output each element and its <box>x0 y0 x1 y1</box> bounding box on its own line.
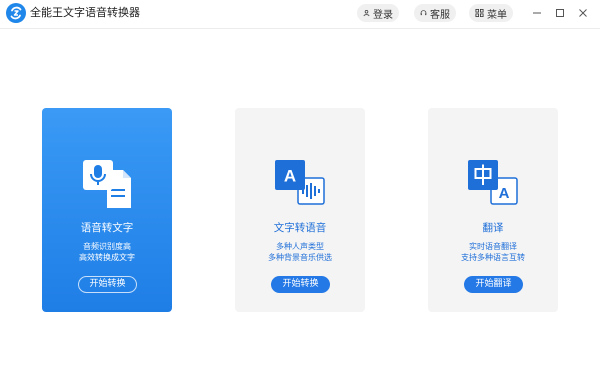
title-bar: 全能王文字语音转换器 登录 客服 菜单 <box>0 0 600 29</box>
card-desc-line: 支持多种语言互转 <box>461 253 525 262</box>
maximize-icon <box>556 9 564 17</box>
svg-text:A: A <box>499 185 510 202</box>
card-desc-line: 音频识别度高 <box>83 242 131 251</box>
svg-text:A: A <box>284 167 296 186</box>
card-desc-line: 多种背景音乐供选 <box>268 253 332 262</box>
card-description: 实时语音翻译 支持多种语言互转 <box>428 241 558 263</box>
card-desc-line: 多种人声类型 <box>276 242 324 251</box>
start-convert-button[interactable]: 开始转换 <box>271 276 330 293</box>
card-text-to-speech[interactable]: A 文字转语音 多种人声类型 多种背景音乐供选 开始转换 <box>235 108 365 312</box>
menu-label: 菜单 <box>487 9 507 21</box>
customer-service-button[interactable]: 客服 <box>414 4 456 22</box>
service-label: 客服 <box>430 9 450 21</box>
minimize-button[interactable] <box>530 6 544 20</box>
card-title: 文字转语音 <box>273 222 327 234</box>
close-button[interactable] <box>576 6 590 20</box>
card-description: 多种人声类型 多种背景音乐供选 <box>235 241 365 263</box>
app-title: 全能王文字语音转换器 <box>30 6 140 19</box>
translate-icon: A <box>465 156 521 212</box>
mic-document-icon <box>79 156 135 212</box>
close-icon <box>579 9 587 17</box>
user-icon <box>363 9 370 17</box>
headset-icon <box>420 10 427 16</box>
grid-menu-icon <box>475 8 484 18</box>
menu-button[interactable]: 菜单 <box>469 4 513 22</box>
card-desc-line: 实时语音翻译 <box>469 242 517 251</box>
card-desc-line: 高效转换成文字 <box>79 253 135 262</box>
start-translate-button[interactable]: 开始翻译 <box>464 276 523 293</box>
card-title: 语音转文字 <box>80 222 134 234</box>
card-translate[interactable]: A 翻译 实时语音翻译 支持多种语言互转 开始翻译 <box>428 108 558 312</box>
login-label: 登录 <box>373 9 393 21</box>
card-description: 音频识别度高 高效转换成文字 <box>42 241 172 263</box>
text-to-audio-icon: A <box>272 156 328 212</box>
minimize-icon <box>533 12 541 14</box>
card-speech-to-text[interactable]: 语音转文字 音频识别度高 高效转换成文字 开始转换 <box>42 108 172 312</box>
card-title: 翻译 <box>482 222 504 234</box>
login-button[interactable]: 登录 <box>357 4 399 22</box>
maximize-button[interactable] <box>553 6 567 20</box>
start-convert-button[interactable]: 开始转换 <box>78 276 137 293</box>
app-logo-icon <box>6 3 26 23</box>
